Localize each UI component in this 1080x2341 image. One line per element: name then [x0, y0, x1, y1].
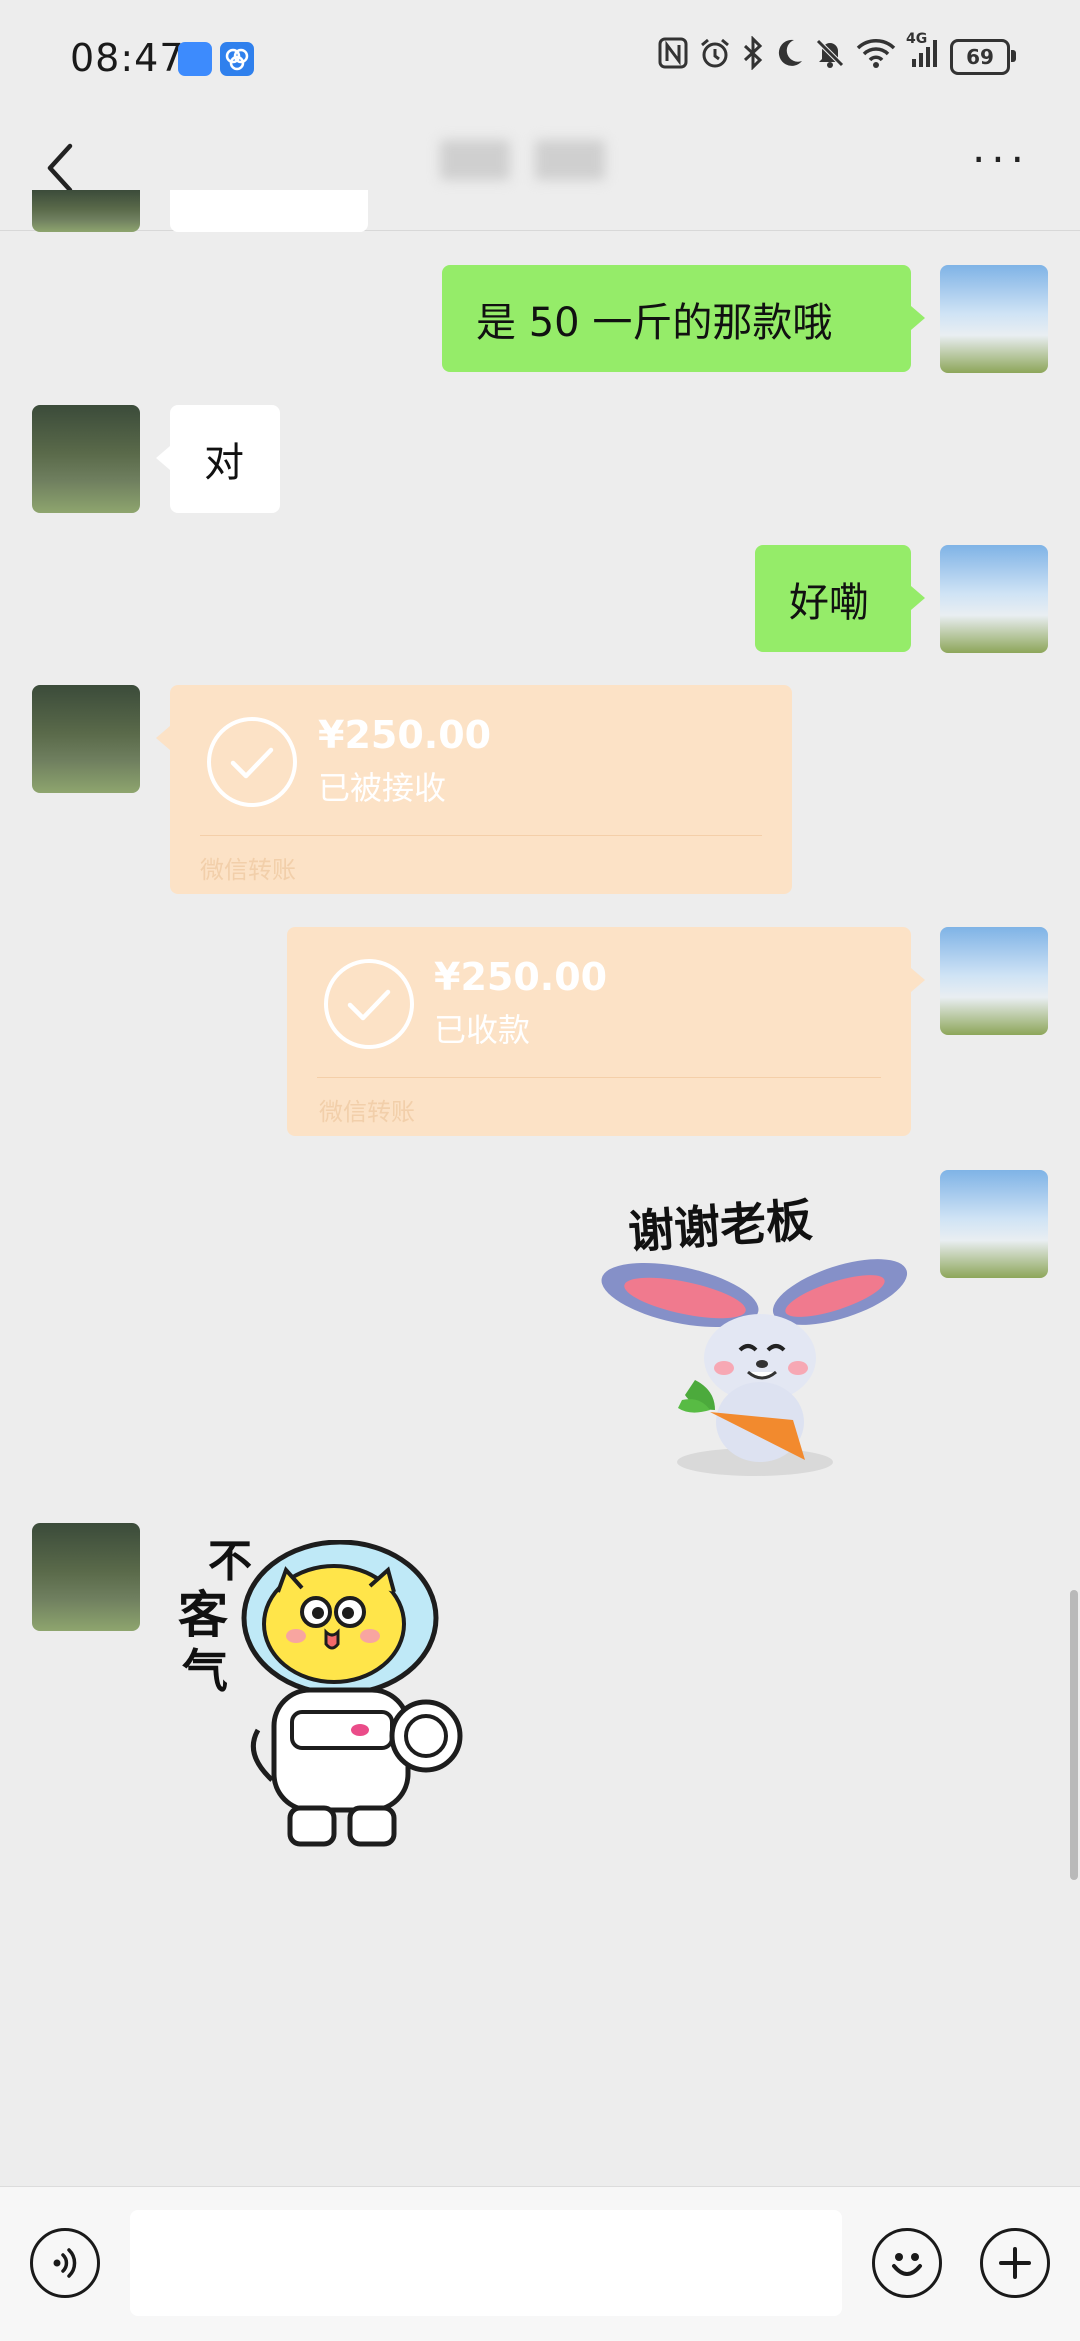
bubble-tail [911, 306, 925, 330]
peer-avatar[interactable] [32, 685, 140, 793]
bubble-tail [156, 726, 170, 750]
moon-icon [774, 37, 804, 77]
plus-icon [999, 2247, 1031, 2279]
peer-avatar[interactable] [32, 1523, 140, 1631]
bubble-tail [156, 446, 170, 470]
check-circle-icon [207, 717, 297, 807]
transfer-card[interactable]: ¥250.00 已收款 微信转账 [287, 927, 911, 1136]
message-bubble-peer[interactable] [170, 190, 368, 232]
more-icon: ··· [971, 135, 1030, 184]
astronaut-cat-icon [241, 1540, 463, 1847]
self-avatar[interactable] [940, 265, 1048, 373]
back-button[interactable] [40, 138, 80, 198]
message-bubble-self[interactable]: 是 50 一斤的那款哦 [442, 265, 911, 372]
transfer-amount: ¥250.00 [318, 713, 492, 757]
status-icons: 4G 69 [658, 31, 1016, 78]
transfer-status: 已收款 [434, 1011, 531, 1049]
status-time: 08:47 [70, 36, 185, 80]
self-avatar[interactable] [940, 545, 1048, 653]
message-input[interactable] [130, 2210, 842, 2316]
notification-app-icon [178, 42, 212, 76]
transfer-status: 已被接收 [318, 769, 447, 807]
chat-scrollbar[interactable] [1070, 1590, 1078, 1880]
message-text: 是 50 一斤的那款哦 [476, 299, 833, 346]
bubble-tail [911, 586, 925, 610]
sticker-caption-line: 气 [182, 1644, 228, 1698]
signal-4g-icon: 4G [906, 31, 940, 77]
more-button[interactable]: ··· [972, 139, 1030, 181]
self-avatar[interactable] [940, 1170, 1048, 1278]
peer-avatar[interactable] [32, 405, 140, 513]
self-avatar[interactable] [940, 927, 1048, 1035]
network-type-label: 4G [906, 31, 928, 47]
plus-button[interactable] [980, 2228, 1050, 2298]
message-bubble-self[interactable]: 好嘞 [755, 545, 911, 652]
nfc-icon [658, 37, 688, 77]
notification-app-icon [220, 42, 254, 76]
rabbit-carrot-sticker[interactable]: 谢谢老板 [590, 1180, 920, 1480]
peer-avatar[interactable] [32, 190, 140, 232]
rabbit-icon [601, 1259, 908, 1476]
transfer-footer: 微信转账 [319, 1098, 415, 1126]
contact-name-blurred [440, 140, 510, 180]
voice-button[interactable] [30, 2228, 100, 2298]
message-text: 对 [204, 440, 244, 486]
voice-icon [53, 2248, 77, 2278]
divider [200, 835, 762, 836]
bubble-tail [911, 968, 925, 992]
emoji-icon [892, 2253, 922, 2276]
alarm-icon [698, 36, 732, 78]
check-circle-icon [324, 959, 414, 1049]
wifi-icon [856, 37, 896, 77]
mute-icon [814, 37, 846, 77]
transfer-amount: ¥250.00 [434, 955, 608, 999]
astronaut-cat-sticker[interactable]: 不 客 气 [170, 1525, 490, 1855]
divider [317, 1077, 881, 1078]
transfer-footer: 微信转账 [200, 856, 296, 884]
chevron-left-icon [47, 143, 73, 193]
message-bubble-peer[interactable]: 对 [170, 405, 280, 513]
message-text: 好嘞 [789, 579, 869, 626]
contact-name-blurred [535, 140, 605, 180]
transfer-card[interactable]: ¥250.00 已被接收 微信转账 [170, 685, 792, 894]
bluetooth-icon [742, 35, 764, 78]
battery-icon: 69 [950, 39, 1016, 75]
emoji-button[interactable] [872, 2228, 942, 2298]
